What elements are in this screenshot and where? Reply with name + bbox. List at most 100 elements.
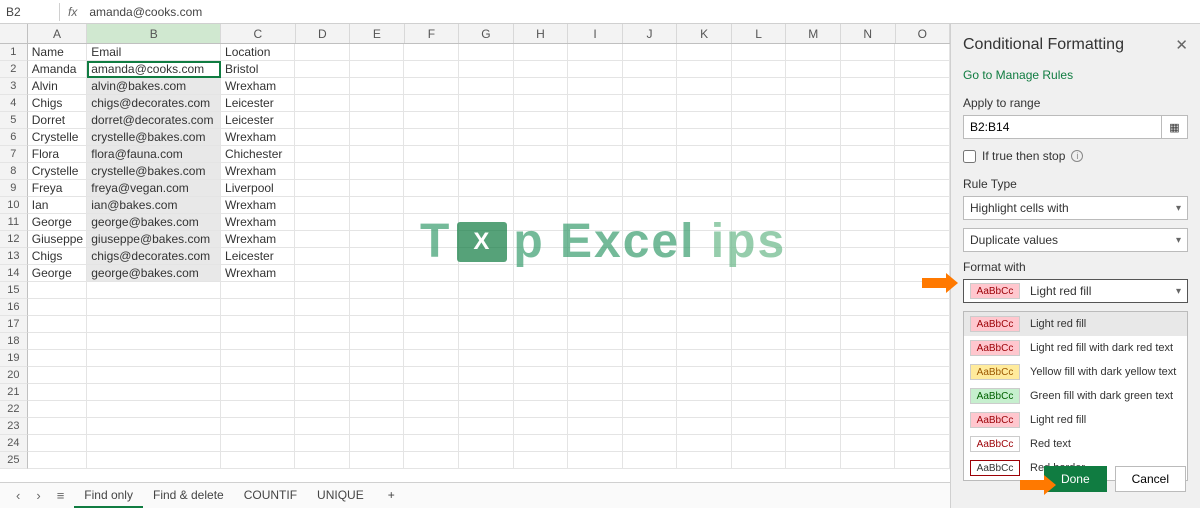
cell-F8[interactable]	[404, 163, 459, 180]
cell-E3[interactable]	[350, 78, 405, 95]
sheet-tab[interactable]: UNIQUE	[307, 484, 374, 508]
cell-B15[interactable]	[87, 282, 221, 299]
cell-I14[interactable]	[568, 265, 623, 282]
cell-B25[interactable]	[87, 452, 221, 469]
row-header[interactable]: 19	[0, 350, 28, 367]
cell-I17[interactable]	[568, 316, 623, 333]
cell-I24[interactable]	[568, 435, 623, 452]
cell-N2[interactable]	[841, 61, 896, 78]
row-header[interactable]: 16	[0, 299, 28, 316]
cell-B24[interactable]	[87, 435, 221, 452]
cell-A20[interactable]	[28, 367, 88, 384]
cell-J5[interactable]	[623, 112, 678, 129]
select-all-corner[interactable]	[0, 24, 28, 43]
cell-N13[interactable]	[841, 248, 896, 265]
format-with-select[interactable]: AaBbCc Light red fill ▾	[963, 279, 1188, 303]
if-true-then-stop-checkbox[interactable]	[963, 150, 976, 163]
cell-D5[interactable]	[295, 112, 350, 129]
cell-H10[interactable]	[514, 197, 569, 214]
cell-O2[interactable]	[895, 61, 950, 78]
cell-J7[interactable]	[623, 146, 678, 163]
cell-K10[interactable]	[677, 197, 732, 214]
cell-B9[interactable]: freya@vegan.com	[87, 180, 221, 197]
cell-N3[interactable]	[841, 78, 896, 95]
cell-O18[interactable]	[895, 333, 950, 350]
cell-J11[interactable]	[623, 214, 678, 231]
cell-F11[interactable]	[404, 214, 459, 231]
cell-G1[interactable]	[459, 44, 514, 61]
cell-K16[interactable]	[677, 299, 732, 316]
column-header-N[interactable]: N	[841, 24, 896, 43]
row-header[interactable]: 23	[0, 418, 28, 435]
cell-N1[interactable]	[841, 44, 896, 61]
cell-E17[interactable]	[350, 316, 405, 333]
cell-B18[interactable]	[87, 333, 221, 350]
cell-F13[interactable]	[404, 248, 459, 265]
cell-N5[interactable]	[841, 112, 896, 129]
cell-D8[interactable]	[295, 163, 350, 180]
cell-D3[interactable]	[295, 78, 350, 95]
cell-K8[interactable]	[677, 163, 732, 180]
cell-E7[interactable]	[350, 146, 405, 163]
cell-G20[interactable]	[459, 367, 514, 384]
cell-K17[interactable]	[677, 316, 732, 333]
row-header[interactable]: 5	[0, 112, 28, 129]
cell-I2[interactable]	[568, 61, 623, 78]
cell-H14[interactable]	[514, 265, 569, 282]
cell-I20[interactable]	[568, 367, 623, 384]
cell-H2[interactable]	[514, 61, 569, 78]
cell-I3[interactable]	[568, 78, 623, 95]
cell-K13[interactable]	[677, 248, 732, 265]
cell-M1[interactable]	[786, 44, 841, 61]
cell-K24[interactable]	[677, 435, 732, 452]
formula-input[interactable]: amanda@cooks.com	[85, 3, 1200, 21]
manage-rules-link[interactable]: Go to Manage Rules	[963, 68, 1188, 82]
cell-E12[interactable]	[350, 231, 405, 248]
cell-O19[interactable]	[895, 350, 950, 367]
cell-B13[interactable]: chigs@decorates.com	[87, 248, 221, 265]
cell-G8[interactable]	[459, 163, 514, 180]
cell-J3[interactable]	[623, 78, 678, 95]
cell-F1[interactable]	[404, 44, 459, 61]
cell-G11[interactable]	[459, 214, 514, 231]
add-sheet-button[interactable]: +	[378, 484, 405, 508]
cell-L15[interactable]	[732, 282, 787, 299]
cell-G15[interactable]	[459, 282, 514, 299]
cell-K15[interactable]	[677, 282, 732, 299]
cell-K3[interactable]	[677, 78, 732, 95]
row-header[interactable]: 3	[0, 78, 28, 95]
cell-B19[interactable]	[87, 350, 221, 367]
cell-A22[interactable]	[28, 401, 88, 418]
cell-K9[interactable]	[677, 180, 732, 197]
cell-D17[interactable]	[295, 316, 350, 333]
cell-B8[interactable]: crystelle@bakes.com	[87, 163, 221, 180]
cell-K20[interactable]	[677, 367, 732, 384]
cell-D15[interactable]	[295, 282, 350, 299]
cell-L17[interactable]	[732, 316, 787, 333]
cell-K1[interactable]	[677, 44, 732, 61]
cell-C25[interactable]	[221, 452, 295, 469]
cell-J24[interactable]	[623, 435, 678, 452]
cell-J8[interactable]	[623, 163, 678, 180]
cell-H19[interactable]	[514, 350, 569, 367]
cell-A23[interactable]	[28, 418, 88, 435]
close-icon[interactable]: ✕	[1175, 36, 1188, 54]
cell-G4[interactable]	[459, 95, 514, 112]
cell-B21[interactable]	[87, 384, 221, 401]
cell-L7[interactable]	[732, 146, 787, 163]
tab-list-icon[interactable]: ≡	[51, 488, 71, 503]
cell-D23[interactable]	[295, 418, 350, 435]
cell-A5[interactable]: Dorret	[28, 112, 88, 129]
cell-O8[interactable]	[895, 163, 950, 180]
cell-J16[interactable]	[623, 299, 678, 316]
cell-C23[interactable]	[221, 418, 295, 435]
cell-F16[interactable]	[404, 299, 459, 316]
cell-L13[interactable]	[732, 248, 787, 265]
cell-B14[interactable]: george@bakes.com	[87, 265, 221, 282]
cell-C3[interactable]: Wrexham	[221, 78, 295, 95]
row-header[interactable]: 24	[0, 435, 28, 452]
cell-B6[interactable]: crystelle@bakes.com	[87, 129, 221, 146]
column-header-E[interactable]: E	[350, 24, 405, 43]
cell-J4[interactable]	[623, 95, 678, 112]
row-header[interactable]: 11	[0, 214, 28, 231]
